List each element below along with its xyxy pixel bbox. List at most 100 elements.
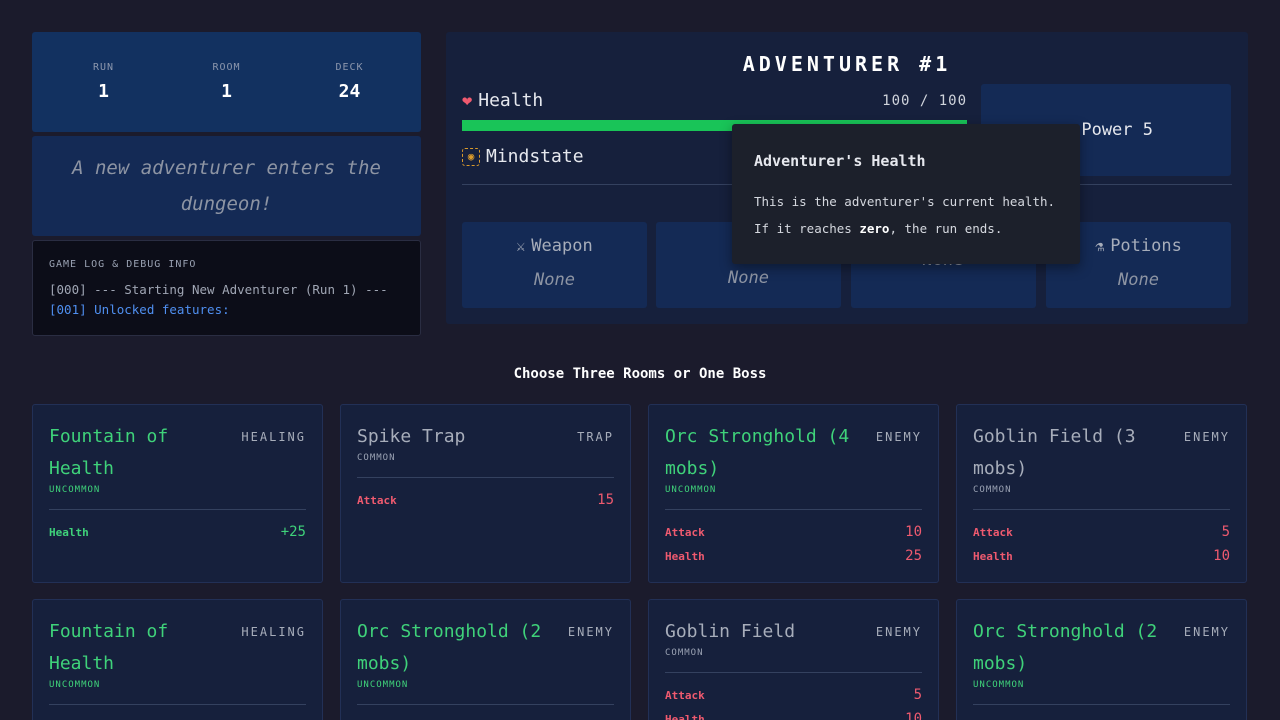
room-card[interactable]: Goblin Field (3 mobs) ENEMY COMMON Attack 5 H… [956,404,1247,583]
log-line: [001] Unlocked features: [49,302,230,317]
health-row[interactable]: ❤ Health 100 / 100 [462,90,967,111]
room-stat-name: Health [973,549,1013,563]
stat-value: 24 [338,81,361,102]
divider [49,704,306,705]
room-stat: Health 10 [973,544,1230,568]
room-stat: Health 25 [665,544,922,568]
room-name: Goblin Field [665,621,796,642]
divider [973,509,1230,510]
room-name: Orc Stronghold (2 mobs) [973,621,1158,674]
room-stat-value: 5 [1221,524,1230,540]
heart-icon: ❤ [462,90,473,111]
section-title: Choose Three Rooms or One Boss [513,366,767,382]
health-label: Health [478,90,544,111]
room-card[interactable]: Orc Stronghold (2 mobs) ENEMY UNCOMMON [340,599,631,720]
room-stat: Attack 15 [357,488,614,512]
room-stat-name: Health [665,712,705,720]
room-card[interactable]: Fountain of Health HEALING UNCOMMON Health+… [32,599,323,720]
room-name: Fountain of Health [49,426,169,479]
room-name: Spike Trap [357,426,466,447]
stat-value: 1 [221,81,232,102]
stat-room: ROOM 1 [177,62,277,132]
room-stat-name: Attack [665,525,705,539]
adventurer-title: ADVENTURER #1 [742,52,952,76]
slot-weapon[interactable]: ⚔ Weapon None [462,222,647,308]
room-rarity: COMMON [973,485,1012,495]
room-card[interactable]: Orc Stronghold (4 mobs) ENEMY UNCOMMON Atta… [648,404,939,583]
room-stat-name: Attack [665,688,705,702]
room-card[interactable]: Orc Stronghold (2 mobs) ENEMY UNCOMMON [956,599,1247,720]
log-title: GAME LOG & DEBUG INFO [49,259,197,270]
room-rarity: UNCOMMON [973,680,1025,690]
status-message: A new adventurer enters the dungeon! [72,157,381,215]
power-label: Power 5 [1081,120,1153,140]
mindstate-row[interactable]: ◉ Mindstate [462,146,584,167]
room-rarity: UNCOMMON [49,485,101,495]
room-stat-value: 25 [905,548,922,564]
room-stat-name: Health [49,525,89,539]
room-card[interactable]: Spike Trap TRAP COMMON Attack 15 [340,404,631,583]
room-rarity: UNCOMMON [665,485,717,495]
slot-label: Potions [1110,236,1182,256]
room-stat-value: 15 [597,492,614,508]
room-stat-value: 10 [1213,548,1230,564]
room-stat-value: 5 [913,687,922,703]
log-line: [000] --- Starting New Adventurer (Run 1… [49,282,388,297]
room-stat-name: Attack [357,493,397,507]
room-type: TRAP [577,430,614,444]
stat-value: 1 [98,81,109,102]
room-stat-value: +25 [280,524,306,540]
room-type: ENEMY [875,625,922,639]
room-name: Orc Stronghold (2 mobs) [357,621,542,674]
room-stat-name: Health [665,549,705,563]
room-type: HEALING [241,625,306,639]
run-stats-panel: RUN 1 ROOM 1 DECK 24 [32,32,421,132]
tooltip-body: This is the adventurer's current health.… [754,194,1056,236]
room-name: Goblin Field (3 mobs) [973,426,1136,479]
room-rarity: UNCOMMON [357,680,409,690]
mindstate-label: Mindstate [486,146,584,167]
stat-label: RUN [92,62,115,73]
room-type: ENEMY [1183,625,1230,639]
stat-label: ROOM [212,62,241,73]
slot-label: Weapon [531,236,593,256]
room-stat: Attack 5 [665,683,922,707]
slot-value: None [728,268,769,288]
room-stat-value: 10 [905,524,922,540]
room-type: ENEMY [1183,430,1230,444]
eye-icon: ◉ [462,147,480,166]
room-stat: Attack 10 [665,520,922,544]
divider [49,509,306,510]
stat-run: RUN 1 [54,62,154,132]
room-rarity: UNCOMMON [49,680,101,690]
divider [357,704,614,705]
divider [665,672,922,673]
room-name: Orc Stronghold (4 mobs) [665,426,850,479]
room-rarity: COMMON [665,648,704,658]
health-tooltip: Adventurer's Health This is the adventur… [732,124,1080,264]
slot-value: None [1118,270,1159,290]
tooltip-title: Adventurer's Health [754,152,926,170]
room-card[interactable]: Fountain of Health HEALING UNCOMMON Health +… [32,404,323,583]
sword-icon: ⚔ [516,237,526,255]
room-stat: Attack 5 [973,520,1230,544]
flask-icon: ⚗ [1095,237,1105,255]
room-type: ENEMY [567,625,614,639]
room-name: Fountain of Health [49,621,169,674]
room-rarity: COMMON [357,453,396,463]
room-stat: Health 10 [665,707,922,720]
room-stat-value: 10 [905,711,922,720]
room-stat: Health+25 [49,715,306,720]
room-card[interactable]: Goblin Field ENEMY COMMON Attack 5 Health 10 [648,599,939,720]
room-type: ENEMY [875,430,922,444]
divider [665,509,922,510]
game-log[interactable]: GAME LOG & DEBUG INFO [000] --- Starting… [32,240,421,336]
room-type: HEALING [241,430,306,444]
divider [973,704,1230,705]
health-value: 100 / 100 [882,92,967,109]
stat-deck: DECK 24 [300,62,400,132]
slot-value: None [534,270,575,290]
room-stat: Health +25 [49,520,306,544]
stat-label: DECK [335,62,364,73]
room-stat-name: Attack [973,525,1013,539]
